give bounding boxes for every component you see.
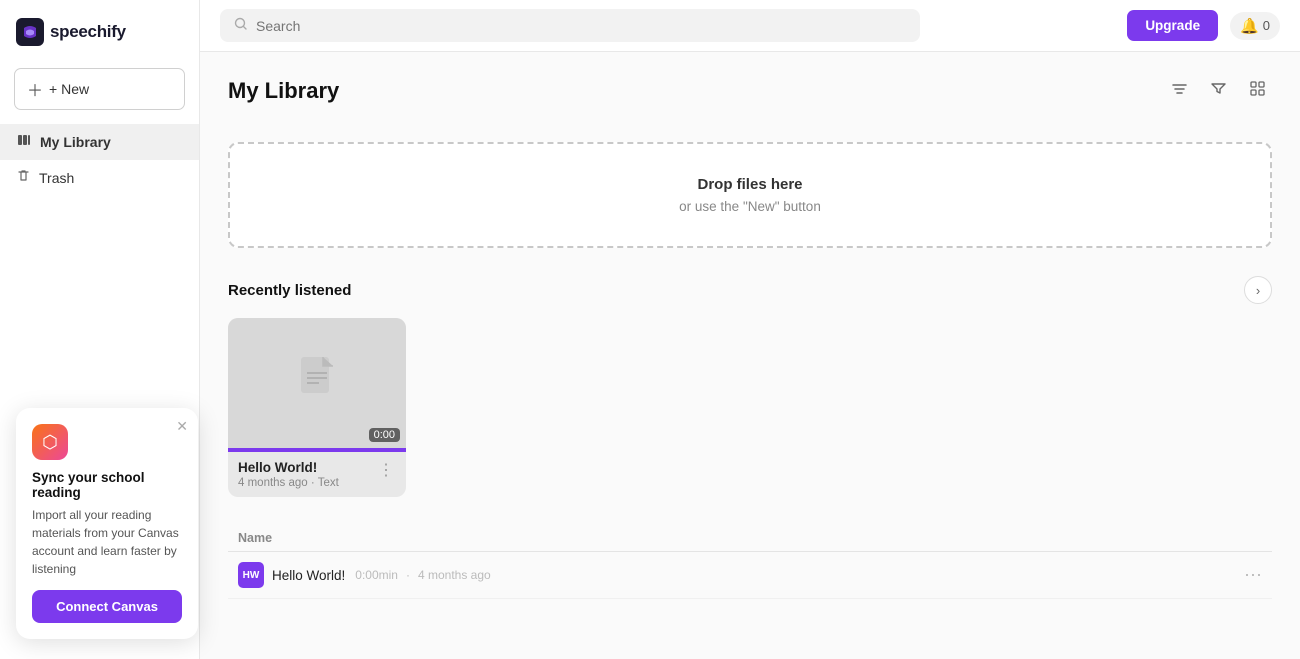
sidebar-item-label: Trash (39, 170, 74, 186)
toolbar-icons (1165, 76, 1272, 106)
topbar: Upgrade 🔔 0 (200, 0, 1300, 52)
card-name: Hello World! (238, 460, 339, 475)
recently-listened-section: Recently listened › (228, 276, 1272, 304)
speechify-logo-icon (16, 18, 44, 46)
content-area: My Library Drop files here or use the "N… (200, 52, 1300, 659)
column-actions-header (1232, 525, 1272, 552)
scroll-right-button[interactable]: › (1244, 276, 1272, 304)
file-separator: · (406, 568, 410, 582)
search-bar (220, 9, 920, 42)
drop-subtitle: or use the "New" button (262, 199, 1238, 214)
title-row: My Library (228, 76, 1272, 124)
app-name: speechify (50, 22, 126, 42)
column-name-header: Name (228, 525, 1232, 552)
trash-icon (16, 168, 31, 187)
drop-title: Drop files here (262, 176, 1238, 193)
upgrade-button[interactable]: Upgrade (1127, 10, 1218, 41)
file-duration: 0:00min (355, 568, 398, 582)
file-name-cell: HW Hello World! 0:00min · 4 months ago (228, 552, 1232, 599)
file-date: 4 months ago (418, 568, 491, 582)
popup-close-button[interactable]: ✕ (176, 418, 188, 435)
bell-icon: 🔔 (1240, 17, 1259, 35)
popup-title: Sync your school reading (32, 470, 182, 500)
canvas-popup: ✕ ⬡ Sync your school reading Import all … (16, 408, 198, 639)
card-time-badge: 0:00 (369, 428, 400, 442)
row-actions-cell: ⋯ (1232, 552, 1272, 599)
table-row[interactable]: HW Hello World! 0:00min · 4 months ago ⋯ (228, 552, 1272, 599)
file-list-table: Name HW Hello World! 0:00min · 4 months … (228, 525, 1272, 599)
file-name: Hello World! (272, 568, 345, 583)
topbar-right: Upgrade 🔔 0 (1127, 10, 1280, 41)
card-thumbnail: 0:00 (228, 318, 406, 448)
canvas-icon: ⬡ (42, 432, 58, 453)
cards-row: 0:00 Hello World! 4 months ago · Text ⋮ (228, 318, 1272, 497)
sidebar-item-trash[interactable]: Trash (0, 160, 199, 195)
sort-button[interactable] (1165, 76, 1194, 106)
new-button[interactable]: ＋ + New (14, 68, 185, 110)
drop-zone[interactable]: Drop files here or use the "New" button (228, 142, 1272, 248)
doc-icon (297, 355, 337, 412)
row-menu-button[interactable]: ⋯ (1244, 565, 1262, 586)
page-title: My Library (228, 78, 339, 104)
card-progress-fill (228, 448, 406, 452)
file-icon-badge: HW (238, 562, 264, 588)
card-progress-bar (228, 448, 406, 452)
card-info: Hello World! 4 months ago · Text ⋮ (228, 452, 406, 497)
card-menu-button[interactable]: ⋮ (376, 460, 396, 480)
popup-body: Import all your reading materials from y… (32, 506, 182, 578)
card-meta: 4 months ago · Text (238, 477, 339, 489)
connect-canvas-button[interactable]: Connect Canvas (32, 590, 182, 623)
sidebar-item-label: My Library (40, 134, 111, 150)
card-item[interactable]: 0:00 Hello World! 4 months ago · Text ⋮ (228, 318, 406, 497)
logo: speechify (0, 10, 199, 62)
layout-button[interactable] (1243, 76, 1272, 106)
popup-icon: ⬡ (32, 424, 68, 460)
plus-icon: ＋ (27, 77, 43, 101)
library-icon (16, 132, 32, 152)
sidebar-item-my-library[interactable]: My Library (0, 124, 199, 160)
notification-badge[interactable]: 🔔 0 (1230, 12, 1280, 40)
filter-button[interactable] (1204, 76, 1233, 106)
search-input[interactable] (256, 18, 906, 34)
search-icon (234, 17, 248, 34)
main-content: Upgrade 🔔 0 My Library (200, 0, 1300, 659)
